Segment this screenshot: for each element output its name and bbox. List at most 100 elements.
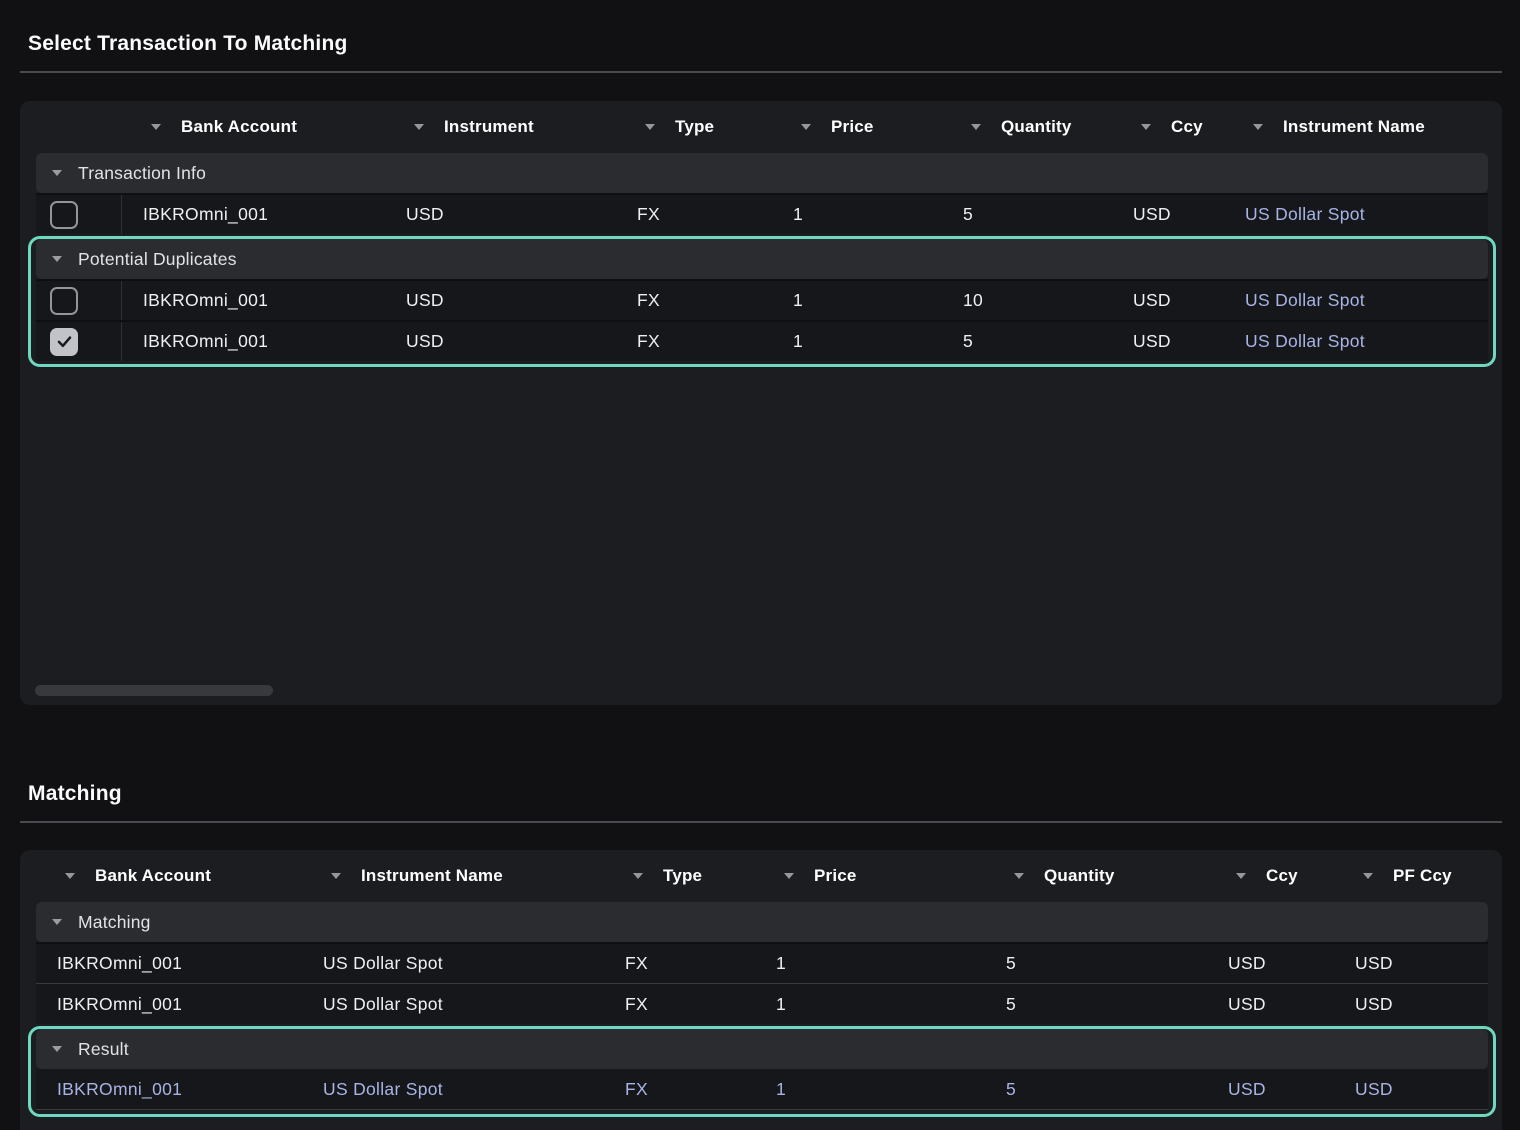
cell-type: FX (604, 984, 755, 1024)
cell-bank-account: IBKROmni_001 (122, 322, 385, 361)
column-menu-icon[interactable] (414, 124, 424, 130)
row-select-cell (36, 281, 122, 320)
cell-instrument: USD (385, 195, 616, 234)
column-menu-icon[interactable] (801, 124, 811, 130)
cell-bank-account: IBKROmni_001 (122, 195, 385, 234)
cell-quantity: 5 (942, 322, 1112, 361)
table-row: IBKROmni_001 USD FX 1 5 USD US Dollar Sp… (36, 193, 1488, 234)
group-header-potential-duplicates[interactable]: Potential Duplicates (36, 239, 1488, 279)
cell-ccy: USD (1207, 1069, 1334, 1109)
cell-quantity: 5 (985, 944, 1207, 983)
matching-table: Bank Account Instrument Name Type Price … (20, 850, 1502, 1130)
cell-pf-ccy: USD (1334, 984, 1488, 1024)
table1-header-ccy[interactable]: Ccy (1112, 117, 1224, 137)
table2-header-quantity[interactable]: Quantity (985, 866, 1207, 886)
cell-type: FX (616, 281, 772, 320)
potential-duplicates-highlight: Potential Duplicates IBKROmni_001 USD FX… (28, 236, 1496, 367)
cell-quantity: 5 (942, 195, 1112, 234)
cell-ccy: USD (1207, 944, 1334, 983)
table2-header-type[interactable]: Type (604, 866, 755, 886)
row-checkbox[interactable] (50, 201, 78, 229)
table-row: IBKROmni_001 USD FX 1 5 USD US Dollar Sp… (36, 320, 1488, 361)
cell-instrument-name-link[interactable]: US Dollar Spot (1224, 322, 1488, 361)
cell-pf-ccy: USD (1334, 1069, 1488, 1109)
cell-type: FX (604, 1069, 755, 1109)
cell-ccy: USD (1112, 281, 1224, 320)
cell-price: 1 (772, 322, 942, 361)
column-menu-icon[interactable] (784, 873, 794, 879)
table1-header-row: Bank Account Instrument Type Price Quant… (20, 101, 1502, 153)
result-row: IBKROmni_001 US Dollar Spot FX 1 5 USD U… (36, 1069, 1488, 1110)
table2-header-bank-account[interactable]: Bank Account (36, 866, 302, 886)
collapse-icon[interactable] (52, 256, 62, 262)
cell-price: 1 (755, 984, 985, 1024)
table1-header-instrument[interactable]: Instrument (385, 117, 616, 137)
cell-ccy: USD (1112, 322, 1224, 361)
section2-divider (20, 821, 1502, 823)
group-header-result[interactable]: Result (36, 1029, 1488, 1069)
group-header-transaction-info[interactable]: Transaction Info (36, 153, 1488, 193)
row-checkbox[interactable] (50, 287, 78, 315)
row-checkbox[interactable] (50, 328, 78, 356)
table1-header-type[interactable]: Type (616, 117, 772, 137)
cell-instrument-name-link[interactable]: US Dollar Spot (1224, 281, 1488, 320)
cell-instrument: USD (385, 322, 616, 361)
table2-header-instrument-name[interactable]: Instrument Name (302, 866, 604, 886)
table1-header-price[interactable]: Price (772, 117, 942, 137)
section1-title: Select Transaction To Matching (28, 31, 1500, 57)
cell-bank-account: IBKROmni_001 (36, 1069, 302, 1109)
table2-body: Matching IBKROmni_001 US Dollar Spot FX … (20, 902, 1502, 1117)
column-menu-icon[interactable] (1363, 873, 1373, 879)
table-row: IBKROmni_001 USD FX 1 10 USD US Dollar S… (36, 279, 1488, 320)
cell-quantity: 5 (985, 1069, 1207, 1109)
select-transaction-table: Bank Account Instrument Type Price Quant… (20, 101, 1502, 705)
cell-instrument-name: US Dollar Spot (302, 944, 604, 983)
table1-header-instrument-name[interactable]: Instrument Name (1224, 117, 1488, 137)
cell-bank-account: IBKROmni_001 (36, 984, 302, 1024)
column-menu-icon[interactable] (1236, 873, 1246, 879)
cell-type: FX (616, 322, 772, 361)
cell-price: 1 (772, 195, 942, 234)
cell-type: FX (604, 944, 755, 983)
table1-header-bank-account[interactable]: Bank Account (122, 117, 385, 137)
checkmark-icon (55, 332, 74, 351)
column-menu-icon[interactable] (1253, 124, 1263, 130)
collapse-icon[interactable] (52, 919, 62, 925)
cell-price: 1 (755, 1069, 985, 1109)
cell-pf-ccy: USD (1334, 944, 1488, 983)
collapse-icon[interactable] (52, 1046, 62, 1052)
cell-quantity: 5 (985, 984, 1207, 1024)
table2-header-ccy[interactable]: Ccy (1207, 866, 1334, 886)
group-header-matching[interactable]: Matching (36, 902, 1488, 942)
table-row: IBKROmni_001 US Dollar Spot FX 1 5 USD U… (36, 942, 1488, 983)
collapse-icon[interactable] (52, 170, 62, 176)
cell-bank-account: IBKROmni_001 (36, 944, 302, 983)
result-highlight: Result IBKROmni_001 US Dollar Spot FX 1 … (28, 1026, 1496, 1117)
row-select-cell (36, 322, 122, 361)
column-menu-icon[interactable] (331, 873, 341, 879)
column-menu-icon[interactable] (645, 124, 655, 130)
cell-price: 1 (755, 944, 985, 983)
cell-instrument-name: US Dollar Spot (302, 984, 604, 1024)
column-menu-icon[interactable] (65, 873, 75, 879)
cell-type: FX (616, 195, 772, 234)
horizontal-scrollbar-thumb[interactable] (35, 685, 273, 696)
column-menu-icon[interactable] (1141, 124, 1151, 130)
row-select-cell (36, 195, 122, 234)
table2-header-price[interactable]: Price (755, 866, 985, 886)
column-menu-icon[interactable] (1014, 873, 1024, 879)
section2-title: Matching (28, 781, 1500, 807)
column-menu-icon[interactable] (151, 124, 161, 130)
cell-ccy: USD (1112, 195, 1224, 234)
cell-instrument: USD (385, 281, 616, 320)
section1-divider (20, 71, 1502, 73)
table-row: IBKROmni_001 US Dollar Spot FX 1 5 USD U… (36, 983, 1488, 1024)
cell-instrument-name: US Dollar Spot (302, 1069, 604, 1109)
cell-instrument-name-link[interactable]: US Dollar Spot (1224, 195, 1488, 234)
column-menu-icon[interactable] (971, 124, 981, 130)
column-menu-icon[interactable] (633, 873, 643, 879)
table1-header-quantity[interactable]: Quantity (942, 117, 1112, 137)
table2-header-pf-ccy[interactable]: PF Ccy (1334, 866, 1488, 886)
table1-body: Transaction Info IBKROmni_001 USD FX 1 5… (20, 153, 1502, 367)
cell-quantity: 10 (942, 281, 1112, 320)
